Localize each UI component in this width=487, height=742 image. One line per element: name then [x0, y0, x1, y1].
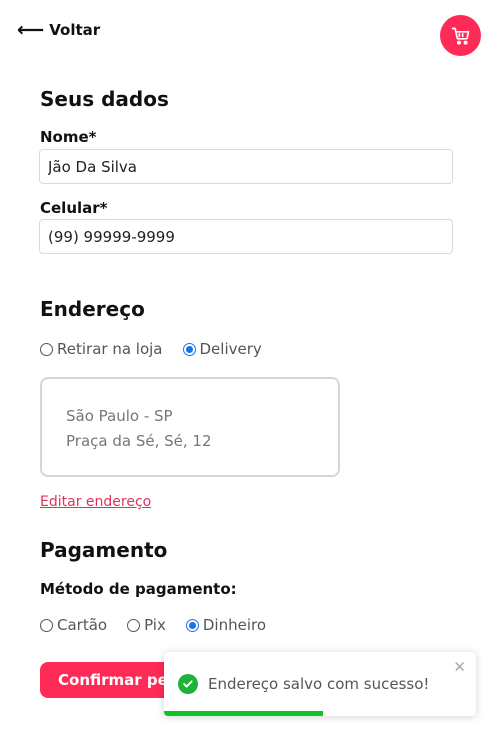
radio-delivery-label: Delivery — [199, 340, 262, 358]
name-label: Nome* — [40, 128, 97, 146]
radio-pickup[interactable]: Retirar na loja — [40, 340, 163, 358]
toast-message: Endereço salvo com sucesso! — [208, 675, 430, 693]
address-city: São Paulo - SP — [66, 407, 173, 425]
radio-pickup-label: Retirar na loja — [57, 340, 163, 358]
close-icon[interactable]: ✕ — [453, 660, 466, 675]
payment-section-title: Pagamento — [40, 538, 168, 562]
radio-pickup-circle[interactable] — [40, 342, 53, 356]
check-circle-icon — [178, 674, 198, 694]
radio-card-circle[interactable] — [40, 618, 53, 632]
address-street: Praça da Sé, Sé, 12 — [66, 432, 212, 450]
back-link[interactable]: ⟵ Voltar — [17, 20, 100, 40]
radio-cash-circle[interactable] — [185, 618, 199, 632]
address-card[interactable]: São Paulo - SP Praça da Sé, Sé, 12 — [40, 377, 340, 477]
success-toast: Endereço salvo com sucesso! ✕ — [164, 652, 476, 716]
radio-cash-label: Dinheiro — [202, 616, 267, 634]
address-section-title: Endereço — [40, 297, 145, 321]
radio-delivery[interactable]: Delivery — [182, 340, 262, 358]
payment-options: Cartão Pix Dinheiro — [40, 616, 266, 634]
phone-label: Celular* — [40, 199, 108, 217]
payment-method-label: Método de pagamento: — [40, 580, 237, 598]
phone-field[interactable] — [39, 219, 453, 254]
radio-delivery-circle[interactable] — [182, 342, 196, 356]
radio-pix-label: Pix — [144, 616, 166, 634]
radio-card-label: Cartão — [57, 616, 108, 634]
toast-progress-bar — [164, 711, 324, 716]
cart-button[interactable] — [440, 15, 481, 56]
radio-pix[interactable]: Pix — [127, 616, 166, 634]
checkmark-icon — [183, 680, 193, 688]
radio-pix-circle[interactable] — [127, 618, 141, 632]
address-options: Retirar na loja Delivery — [40, 340, 262, 358]
radio-cash[interactable]: Dinheiro — [185, 616, 267, 634]
back-label: Voltar — [49, 21, 101, 39]
shopping-cart-icon — [451, 27, 469, 45]
arrow-left-icon: ⟵ — [17, 19, 45, 41]
personal-section-title: Seus dados — [40, 87, 169, 111]
radio-card[interactable]: Cartão — [40, 616, 107, 634]
edit-address-link[interactable]: Editar endereço — [40, 494, 151, 510]
name-field[interactable] — [39, 149, 453, 184]
